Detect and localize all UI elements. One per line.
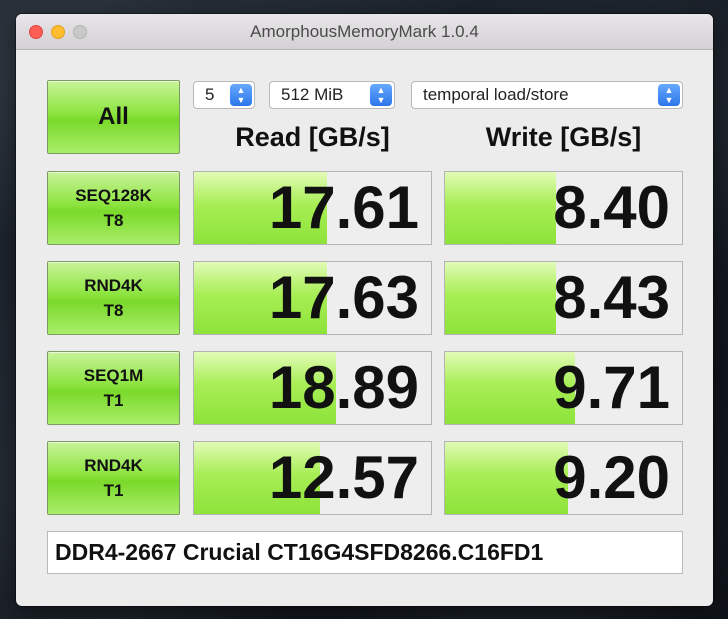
read-result: 17.63: [193, 261, 432, 335]
write-result: 8.40: [444, 171, 683, 245]
read-value: 12.57: [268, 444, 419, 511]
test-button[interactable]: RND4K T8: [47, 261, 180, 335]
test-button[interactable]: SEQ128K T8: [47, 171, 180, 245]
test-name: RND4K: [84, 456, 143, 475]
read-value: 18.89: [268, 354, 419, 421]
test-button[interactable]: RND4K T1: [47, 441, 180, 515]
select-arrows-icon: ▲ ▼: [370, 84, 392, 106]
test-threads: T1: [103, 391, 124, 410]
select-arrows-icon: ▲ ▼: [230, 84, 252, 106]
app-window: AmorphousMemoryMark 1.0.4 All 5 ▲ ▼ 512 M…: [16, 14, 713, 606]
write-header: Write [GB/s]: [485, 122, 642, 152]
test-button[interactable]: SEQ1M T1: [47, 351, 180, 425]
write-level-bar: [445, 262, 557, 334]
all-button[interactable]: All: [47, 80, 180, 154]
write-level-bar: [445, 442, 569, 514]
read-result: 12.57: [193, 441, 432, 515]
write-result: 9.20: [444, 441, 683, 515]
size-value: 512 MiB: [281, 85, 344, 104]
mode-select[interactable]: temporal load/store ▲ ▼: [411, 81, 683, 109]
size-select[interactable]: 512 MiB ▲ ▼: [269, 81, 395, 109]
select-arrows-icon: ▲ ▼: [658, 84, 680, 106]
test-name: SEQ1M: [83, 366, 144, 385]
write-result: 9.71: [444, 351, 683, 425]
write-level-bar: [445, 172, 557, 244]
read-value: 17.63: [268, 264, 419, 331]
title-bar[interactable]: AmorphousMemoryMark 1.0.4: [16, 14, 713, 50]
count-select[interactable]: 5 ▲ ▼: [193, 81, 255, 109]
mode-value: temporal load/store: [423, 85, 569, 104]
write-value: 8.40: [553, 174, 670, 241]
write-value: 8.43: [553, 264, 670, 331]
test-name: RND4K: [84, 276, 143, 295]
test-threads: T8: [103, 301, 124, 320]
test-threads: T1: [103, 481, 124, 500]
read-result: 17.61: [193, 171, 432, 245]
read-result: 18.89: [193, 351, 432, 425]
write-result: 8.43: [444, 261, 683, 335]
comment-field[interactable]: DDR4-2667 Crucial CT16G4SFD8266.C16FD1: [47, 531, 683, 574]
test-name: SEQ128K: [75, 186, 152, 205]
count-value: 5: [205, 85, 215, 104]
read-value: 17.61: [268, 174, 419, 241]
window-title: AmorphousMemoryMark 1.0.4: [250, 22, 479, 41]
write-value: 9.71: [553, 354, 670, 421]
write-value: 9.20: [553, 444, 670, 511]
test-threads: T8: [103, 211, 124, 230]
read-header: Read [GB/s]: [235, 122, 390, 152]
